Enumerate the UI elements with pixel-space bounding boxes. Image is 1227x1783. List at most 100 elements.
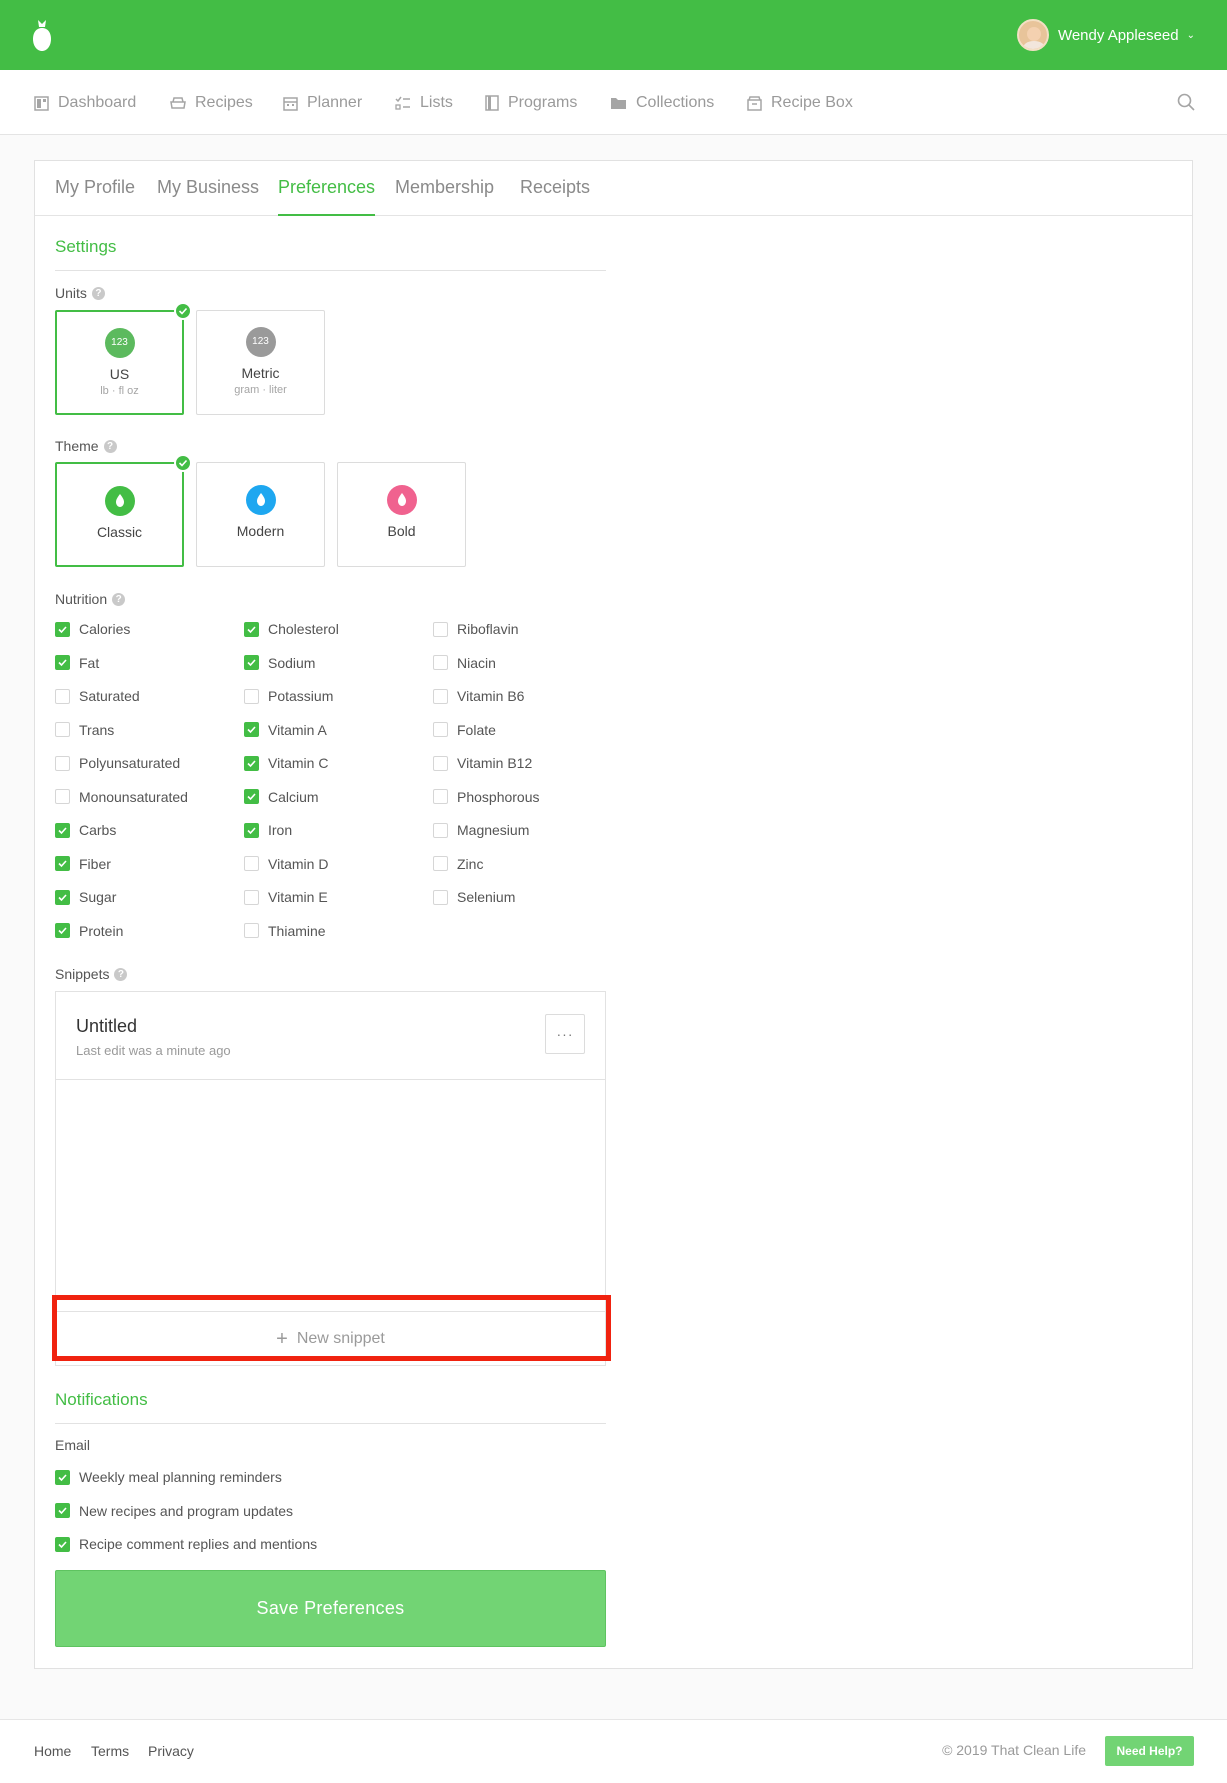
checkbox-row[interactable]: Sodium (244, 654, 315, 672)
checkbox-checked[interactable] (55, 923, 70, 938)
footer-link-home[interactable]: Home (34, 1743, 71, 1759)
checkbox-row[interactable]: Calcium (244, 788, 319, 806)
checkbox-unchecked[interactable] (433, 856, 448, 871)
tab-membership[interactable]: Membership (395, 177, 494, 198)
checkbox-unchecked[interactable] (433, 889, 448, 905)
nav-lists[interactable]: Lists (395, 92, 453, 114)
help-icon[interactable]: ? (114, 967, 128, 981)
checkbox-row[interactable]: Vitamin E (244, 888, 328, 906)
checkbox-row[interactable]: New recipes and program updates (55, 1502, 293, 1520)
new-snippet-button[interactable]: + New snippet (55, 1311, 606, 1366)
checkbox-unchecked[interactable] (433, 789, 448, 804)
footer-link-terms[interactable]: Terms (91, 1743, 129, 1759)
checkbox-checked[interactable] (55, 655, 70, 670)
checkbox-checked[interactable] (244, 621, 259, 637)
app-logo-icon[interactable] (32, 18, 52, 54)
checkbox-row[interactable]: Weekly meal planning reminders (55, 1468, 282, 1486)
checkbox-row[interactable]: Selenium (433, 888, 515, 906)
checkbox-checked[interactable] (55, 1469, 70, 1485)
checkbox-unchecked[interactable] (433, 822, 448, 838)
help-icon[interactable]: ? (91, 286, 105, 300)
checkbox-unchecked[interactable] (433, 621, 448, 637)
checkbox-row[interactable]: Vitamin C (244, 754, 328, 772)
more-options-button[interactable]: ··· (545, 1014, 585, 1054)
checkbox-row[interactable]: Calories (55, 620, 130, 638)
checkbox-row[interactable]: Protein (55, 922, 123, 940)
save-preferences-button[interactable]: Save Preferences (55, 1570, 606, 1647)
nav-collections[interactable]: Collections (610, 92, 714, 114)
checkbox-row[interactable]: Carbs (55, 821, 116, 839)
unit-option-metric[interactable]: 123 Metric gram · liter (196, 310, 325, 415)
checkbox-row[interactable]: Vitamin B6 (433, 687, 524, 705)
nav-programs[interactable]: Programs (485, 92, 577, 114)
help-icon[interactable]: ? (112, 592, 126, 606)
checkbox-row[interactable]: Vitamin D (244, 855, 328, 873)
checkbox-row[interactable]: Magnesium (433, 821, 529, 839)
check-icon (174, 302, 192, 320)
tab-receipts[interactable]: Receipts (520, 177, 590, 198)
theme-option-modern[interactable]: Modern (196, 462, 325, 567)
nav-recipe-box[interactable]: Recipe Box (747, 92, 853, 114)
help-icon[interactable]: ? (103, 439, 117, 453)
recipes-icon (170, 97, 186, 109)
checkbox-row[interactable]: Trans (55, 721, 114, 739)
checkbox-unchecked[interactable] (433, 688, 448, 704)
checkbox-checked[interactable] (244, 655, 259, 670)
snippet-title: Untitled (76, 1016, 138, 1036)
checkbox-row[interactable]: Saturated (55, 687, 140, 705)
checkbox-unchecked[interactable] (433, 655, 448, 670)
checkbox-row[interactable]: Thiamine (244, 922, 326, 940)
checkbox-checked[interactable] (55, 1503, 70, 1518)
checkbox-checked[interactable] (244, 755, 259, 771)
nav-planner[interactable]: Planner (283, 92, 362, 114)
theme-option-classic[interactable]: Classic (55, 454, 192, 567)
checkbox-unchecked[interactable] (55, 722, 70, 737)
checkbox-row[interactable]: Vitamin A (244, 721, 327, 739)
checkbox-unchecked[interactable] (55, 755, 70, 771)
checkbox-row[interactable]: Fiber (55, 855, 111, 873)
checkbox-row[interactable]: Recipe comment replies and mentions (55, 1535, 317, 1553)
user-menu[interactable]: Wendy Appleseed ⌄ (1016, 18, 1195, 52)
checkbox-row[interactable]: Zinc (433, 855, 483, 873)
checkbox-row[interactable]: Folate (433, 721, 496, 739)
tab-my-business[interactable]: My Business (157, 177, 259, 198)
checkbox-row[interactable]: Polyunsaturated (55, 754, 180, 772)
checkbox-unchecked[interactable] (433, 755, 448, 771)
checkbox-unchecked[interactable] (244, 688, 259, 704)
checkbox-checked[interactable] (244, 789, 259, 804)
checkbox-checked[interactable] (244, 822, 259, 838)
checkbox-unchecked[interactable] (244, 889, 259, 905)
checkbox-unchecked[interactable] (55, 688, 70, 704)
checkbox-row[interactable]: Monounsaturated (55, 788, 188, 806)
checkbox-row[interactable]: Potassium (244, 687, 333, 705)
checkbox-row[interactable]: Riboflavin (433, 620, 518, 638)
need-help-button[interactable]: Need Help? (1105, 1736, 1194, 1766)
tab-preferences[interactable]: Preferences (278, 177, 375, 198)
checkbox-checked[interactable] (55, 822, 70, 838)
checkbox-row[interactable]: Iron (244, 821, 292, 839)
theme-option-bold[interactable]: Bold (337, 462, 466, 567)
checkbox-checked[interactable] (55, 621, 70, 637)
checkbox-unchecked[interactable] (55, 789, 70, 804)
checkbox-unchecked[interactable] (244, 856, 259, 871)
snippet-header[interactable]: Untitled Last edit was a minute ago ··· (56, 992, 605, 1080)
checkbox-unchecked[interactable] (433, 722, 448, 737)
checkbox-checked[interactable] (55, 889, 70, 905)
checkbox-row[interactable]: Cholesterol (244, 620, 339, 638)
checkbox-row[interactable]: Vitamin B12 (433, 754, 532, 772)
checkbox-label: Vitamin B12 (457, 755, 533, 771)
unit-option-us[interactable]: 123 US lb · fl oz (55, 302, 192, 415)
checkbox-checked[interactable] (55, 1536, 70, 1552)
checkbox-checked[interactable] (55, 856, 70, 871)
checkbox-row[interactable]: Niacin (433, 654, 496, 672)
tab-my-profile[interactable]: My Profile (55, 177, 135, 198)
footer-link-privacy[interactable]: Privacy (148, 1743, 194, 1759)
checkbox-row[interactable]: Phosphorous (433, 788, 540, 806)
checkbox-row[interactable]: Fat (55, 654, 99, 672)
nav-dashboard[interactable]: Dashboard (34, 92, 136, 114)
checkbox-checked[interactable] (244, 722, 259, 737)
checkbox-row[interactable]: Sugar (55, 888, 116, 906)
nav-recipes[interactable]: Recipes (170, 92, 253, 114)
search-icon[interactable] (1177, 93, 1195, 116)
checkbox-unchecked[interactable] (244, 923, 259, 938)
